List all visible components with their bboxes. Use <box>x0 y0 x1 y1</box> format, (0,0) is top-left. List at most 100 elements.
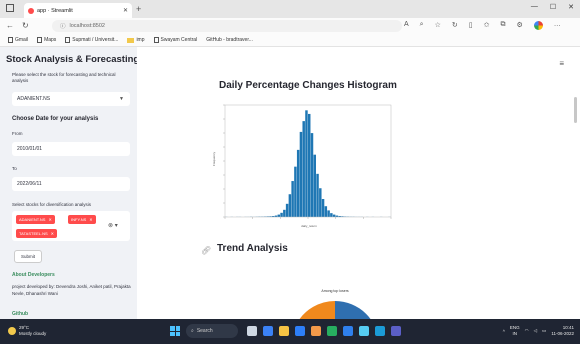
profile-icon[interactable] <box>533 21 543 30</box>
store-icon[interactable] <box>311 326 321 336</box>
histogram-bar <box>332 214 336 217</box>
favorites-list-icon[interactable]: ✩ <box>484 21 490 30</box>
reload-icon[interactable]: ↻ <box>22 21 29 30</box>
app-green-icon[interactable] <box>327 326 337 336</box>
favorite-icon[interactable]: ☆ <box>435 21 441 30</box>
app-blue-icon[interactable] <box>359 326 369 336</box>
system-tray: ^ ENG IN ◠ ◁ ▭ 10:41 11-06-2022 <box>503 325 574 337</box>
widgets-icon[interactable] <box>263 326 273 336</box>
x-axis-label: daily_return <box>301 224 317 228</box>
bookmark-imp[interactable]: imp <box>127 37 145 43</box>
trend-title: Trend Analysis <box>217 243 288 254</box>
histogram-bar <box>330 213 333 217</box>
folder-icon <box>127 37 135 43</box>
address-bar-row: ← ↻ ⓘ localhost:8502 A ⌕ ☆ ↻ ▯ ✩ ⧉ ⚙ … <box>0 18 580 34</box>
chip-remove-icon[interactable]: ✕ <box>48 217 51 222</box>
histogram-bar <box>310 133 314 217</box>
search-icon: ⌕ <box>191 328 194 334</box>
multiselect-clear-icon[interactable]: ⊗ ▾ <box>108 222 118 229</box>
taskbar-search[interactable]: ⌕ Search <box>186 324 238 338</box>
page-icon <box>8 37 13 43</box>
histogram-bar <box>280 212 283 217</box>
diversification-multiselect[interactable]: ADANIENT.NS ✕ INFY.NS ✕ TATASTEEL.NS ✕ ⊗ ▾ <box>12 211 130 241</box>
histogram-bar <box>321 199 325 217</box>
chip-adanient[interactable]: ADANIENT.NS ✕ <box>16 215 55 224</box>
bookmark-gmail[interactable]: Gmail <box>8 37 28 43</box>
to-date-input[interactable]: 2022/06/11 <box>12 177 130 191</box>
diversification-label: Select stocks for diversification analys… <box>12 202 92 207</box>
page-icon <box>153 37 159 43</box>
to-label: To <box>12 166 17 171</box>
weather-widget[interactable]: 29°C Mostly cloudy <box>8 325 46 337</box>
histogram-bar <box>288 194 292 217</box>
close-window-icon[interactable]: ✕ <box>568 3 574 11</box>
weather-desc: Mostly cloudy <box>19 331 47 336</box>
about-heading: About Developers <box>12 272 55 278</box>
more-icon[interactable]: … <box>554 21 561 30</box>
histogram-bar <box>283 209 286 217</box>
histogram-bar <box>302 121 305 217</box>
histogram-bar <box>324 206 328 217</box>
chip-remove-icon[interactable]: ✕ <box>89 217 92 222</box>
sidebar-title: Stock Analysis & Forecasting <box>6 54 137 65</box>
chip-remove-icon[interactable]: ✕ <box>51 231 54 236</box>
page-icon <box>37 37 43 43</box>
clock[interactable]: 10:41 11-06-2022 <box>551 325 574 337</box>
histogram-bar <box>277 214 281 217</box>
scrollbar[interactable] <box>574 97 577 123</box>
weather-icon <box>8 327 16 335</box>
bookmark-github[interactable]: GitHub - bradtraver... <box>206 37 253 43</box>
github-link[interactable]: Github <box>12 311 28 317</box>
url-text: localhost:8502 <box>69 23 105 29</box>
histogram-bar <box>319 188 322 217</box>
maximize-icon[interactable]: ☐ <box>550 3 556 11</box>
chip-tatasteel[interactable]: TATASTEEL.NS ✕ <box>16 229 58 238</box>
app-chrome-icon[interactable] <box>375 326 385 336</box>
bookmark-swayam[interactable]: Swayam Central <box>153 37 197 43</box>
histogram-title: Daily Percentage Changes Histogram <box>219 80 397 91</box>
new-tab-icon[interactable]: + <box>136 4 141 14</box>
tab-actions-icon[interactable] <box>6 4 14 12</box>
language-indicator[interactable]: ENG IN <box>510 325 520 337</box>
battery-icon[interactable]: ▭ <box>542 328 546 334</box>
tray-chevron-icon[interactable]: ^ <box>503 329 505 334</box>
extensions-icon[interactable]: ⚙ <box>516 21 522 30</box>
from-date-input[interactable]: 2010/01/01 <box>12 142 130 156</box>
tab-close-icon[interactable]: ✕ <box>123 7 128 14</box>
bookmark-supmati[interactable]: Supmati / Universit... <box>65 37 118 43</box>
back-icon[interactable]: ← <box>6 21 14 30</box>
wifi-icon[interactable]: ◠ <box>525 328 529 334</box>
histogram-bar <box>296 149 300 217</box>
file-explorer-icon[interactable] <box>279 326 289 336</box>
chevron-down-icon: ▼ <box>119 96 124 102</box>
tab-favicon-icon <box>28 7 34 14</box>
browser-tab-bar: app · Streamlit ✕ + — ☐ ✕ <box>0 0 580 18</box>
collections-icon[interactable]: ⧉ <box>500 21 505 30</box>
histogram-bar <box>294 166 297 217</box>
refresh-page-icon[interactable]: ↻ <box>452 21 458 30</box>
word-icon[interactable] <box>343 326 353 336</box>
bookmark-maps[interactable]: Maps <box>37 37 56 43</box>
tab-title: app · Streamlit <box>37 7 73 14</box>
split-screen-icon[interactable]: ▯ <box>469 21 473 30</box>
histogram-bar <box>308 113 311 217</box>
info-icon: ⓘ <box>60 24 66 30</box>
start-button[interactable] <box>170 326 180 336</box>
anchor-link-icon[interactable]: 🔗︎ <box>201 246 211 255</box>
read-aloud-icon[interactable]: A <box>404 21 409 30</box>
edge-icon[interactable] <box>295 326 305 336</box>
date-heading: Choose Date for your analysis <box>12 116 99 122</box>
pie-slice-orange <box>299 301 335 319</box>
chip-infy[interactable]: INFY.NS ✕ <box>68 215 96 224</box>
stock-select[interactable]: ADANIENT.NS ▼ <box>12 92 130 106</box>
vscode-icon[interactable] <box>391 326 401 336</box>
minimize-icon[interactable]: — <box>531 3 538 11</box>
browser-tab[interactable]: app · Streamlit ✕ <box>24 3 132 18</box>
from-label: From <box>12 131 23 136</box>
url-field[interactable]: ⓘ localhost:8502 <box>52 20 402 32</box>
task-view-icon[interactable] <box>247 326 257 336</box>
hamburger-menu-icon[interactable]: ≡ <box>559 59 564 68</box>
zoom-icon[interactable]: ⌕ <box>420 21 424 30</box>
speaker-icon[interactable]: ◁ <box>534 328 537 334</box>
submit-button[interactable]: Submit <box>14 250 42 263</box>
